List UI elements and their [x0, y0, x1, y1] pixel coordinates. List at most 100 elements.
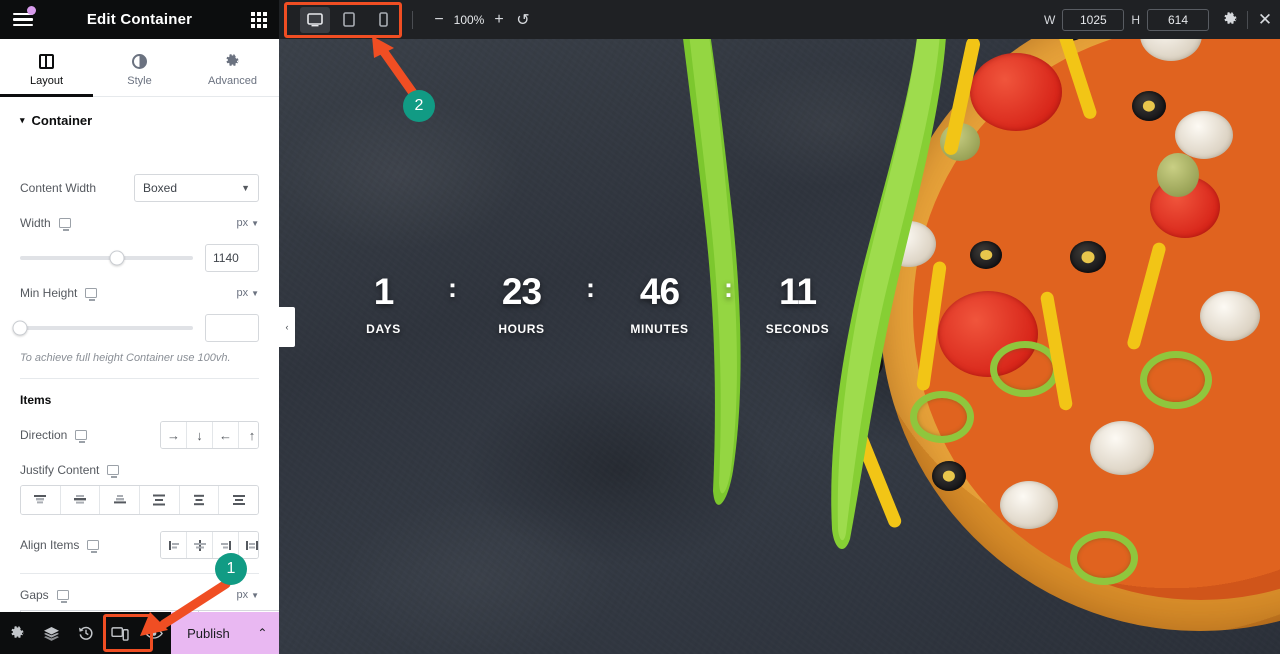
settings-gear-icon[interactable] [0, 612, 34, 654]
countdown-value: 1 [373, 271, 395, 312]
device-mobile-button[interactable] [368, 7, 398, 33]
justify-center-button[interactable] [60, 486, 101, 514]
responsive-desktop-icon[interactable] [58, 218, 71, 231]
justify-end-button[interactable] [100, 486, 141, 514]
preview-canvas[interactable]: 1 DAYS : 23 HOURS : 46 MINUTES : 11 SECO… [279, 39, 1280, 654]
device-tablet-button[interactable] [334, 7, 364, 33]
direction-column-reverse-button[interactable]: ↑ [239, 422, 258, 448]
min-height-slider-knob[interactable] [12, 320, 28, 336]
width-slider-track[interactable] [20, 250, 193, 266]
countdown-label: MINUTES [630, 322, 689, 336]
section-container-header[interactable]: ▾ Container [0, 97, 279, 138]
top-toolbar: − 100% + ↺ W H ✕ [279, 0, 1280, 39]
elementor-editor: 1 DAYS : 23 HOURS : 46 MINUTES : 11 SECO… [0, 0, 1280, 654]
notification-dot [27, 6, 36, 15]
olive-slice [970, 241, 1002, 269]
direction-row-reverse-button[interactable]: ← [213, 422, 239, 448]
toolbar-divider [1247, 10, 1248, 29]
gaps-unit-switcher[interactable]: px ▼ [236, 589, 259, 601]
justify-content-label-text: Justify Content [20, 463, 100, 477]
publish-options-caret[interactable]: ⌃ [245, 612, 280, 654]
width-value-input[interactable] [205, 244, 259, 272]
canvas-width-input[interactable] [1062, 8, 1125, 31]
zoom-reset-button[interactable]: ↺ [511, 8, 535, 32]
direction-row-button[interactable]: → [161, 422, 187, 448]
green-olive [1157, 153, 1199, 197]
align-stretch-button[interactable] [239, 532, 258, 558]
responsive-desktop-icon[interactable] [107, 465, 120, 478]
layout-icon [39, 53, 54, 70]
justify-start-button[interactable] [21, 486, 61, 514]
mushroom-slice [1200, 291, 1260, 341]
device-preview-group[interactable] [300, 6, 398, 33]
min-height-slider-track[interactable] [12, 320, 193, 336]
chevron-down-icon: ▼ [251, 288, 259, 298]
countdown-unit-minutes: 46 MINUTES [595, 273, 724, 336]
content-width-value: Boxed [143, 181, 178, 195]
responsive-desktop-icon[interactable] [85, 288, 98, 301]
hamburger-menu-icon[interactable] [0, 0, 46, 39]
gear-icon[interactable] [1215, 0, 1245, 39]
min-height-unit-switcher[interactable]: px ▼ [236, 287, 259, 299]
align-start-button[interactable] [161, 532, 187, 558]
countdown-separator: : [448, 273, 457, 303]
control-width-slider[interactable] [0, 244, 279, 272]
tab-layout[interactable]: Layout [0, 39, 93, 97]
device-desktop-button[interactable] [300, 6, 330, 33]
justify-content-button-group[interactable] [20, 485, 259, 515]
tab-label: Layout [29, 74, 64, 87]
width-slider-knob[interactable] [109, 250, 125, 266]
content-width-select[interactable]: Boxed ▼ [134, 174, 259, 202]
control-min-height-header: Min Height px ▼ [0, 286, 279, 301]
countdown-unit-days: 1 DAYS [319, 273, 448, 336]
align-items-button-group[interactable] [160, 531, 259, 559]
canvas-height-input[interactable] [1147, 8, 1209, 31]
zoom-out-button[interactable]: − [427, 8, 451, 32]
align-center-button[interactable] [187, 532, 213, 558]
panel-collapse-handle[interactable]: ‹ [279, 307, 295, 347]
widgets-grid-icon[interactable] [239, 0, 279, 39]
chevron-down-icon: ▼ [251, 218, 259, 228]
responsive-desktop-icon[interactable] [87, 540, 100, 553]
countdown-value: 23 [501, 271, 542, 312]
tomato-slice [970, 53, 1062, 131]
history-icon[interactable] [68, 612, 102, 654]
close-icon[interactable]: ✕ [1250, 0, 1280, 39]
tab-label: Style [127, 74, 152, 87]
justify-space-around-button[interactable] [179, 486, 220, 514]
preview-eye-icon[interactable] [137, 612, 171, 654]
control-justify-content [0, 485, 279, 515]
control-direction: Direction → ↓ ← ↑ [0, 421, 279, 449]
min-height-hint: To achieve full height Container use 100… [20, 352, 231, 364]
countdown-unit-seconds: 11 SECONDS [733, 273, 862, 336]
justify-space-between-button[interactable] [140, 486, 180, 514]
panel-header: Edit Container [0, 0, 279, 39]
width-unit-value: px [236, 217, 249, 229]
annotation-badge-1: 1 [215, 553, 247, 585]
responsive-desktop-icon[interactable] [75, 430, 88, 443]
tab-advanced[interactable]: Advanced [186, 39, 279, 96]
olive-slice [1132, 91, 1166, 121]
width-label: W [1044, 12, 1056, 27]
gear-icon [225, 53, 240, 70]
control-content-width: Content Width Boxed ▼ [0, 174, 279, 202]
background-photo: 1 DAYS : 23 HOURS : 46 MINUTES : 11 SECO… [279, 39, 1280, 654]
direction-button-group[interactable]: → ↓ ← ↑ [160, 421, 259, 449]
justify-space-evenly-button[interactable] [219, 486, 258, 514]
canvas-size-fields: W H [1044, 8, 1215, 31]
navigator-layers-icon[interactable] [34, 612, 68, 654]
responsive-desktop-icon[interactable] [56, 590, 69, 603]
countdown-label: SECONDS [765, 322, 830, 336]
control-width-header: Width px ▼ [0, 216, 279, 231]
countdown-timer[interactable]: 1 DAYS : 23 HOURS : 46 MINUTES : 11 SECO… [319, 273, 862, 336]
responsive-mode-icon[interactable] [103, 612, 137, 654]
tab-style[interactable]: Style [93, 39, 186, 96]
olive-slice [1070, 241, 1106, 273]
control-min-height-slider[interactable] [0, 314, 279, 342]
width-unit-switcher[interactable]: px ▼ [236, 217, 259, 229]
direction-column-button[interactable]: ↓ [187, 422, 213, 448]
min-height-value-input[interactable] [205, 314, 259, 342]
publish-button[interactable]: Publish [171, 612, 246, 654]
pizza-image [670, 39, 1280, 654]
zoom-in-button[interactable]: + [487, 8, 511, 32]
